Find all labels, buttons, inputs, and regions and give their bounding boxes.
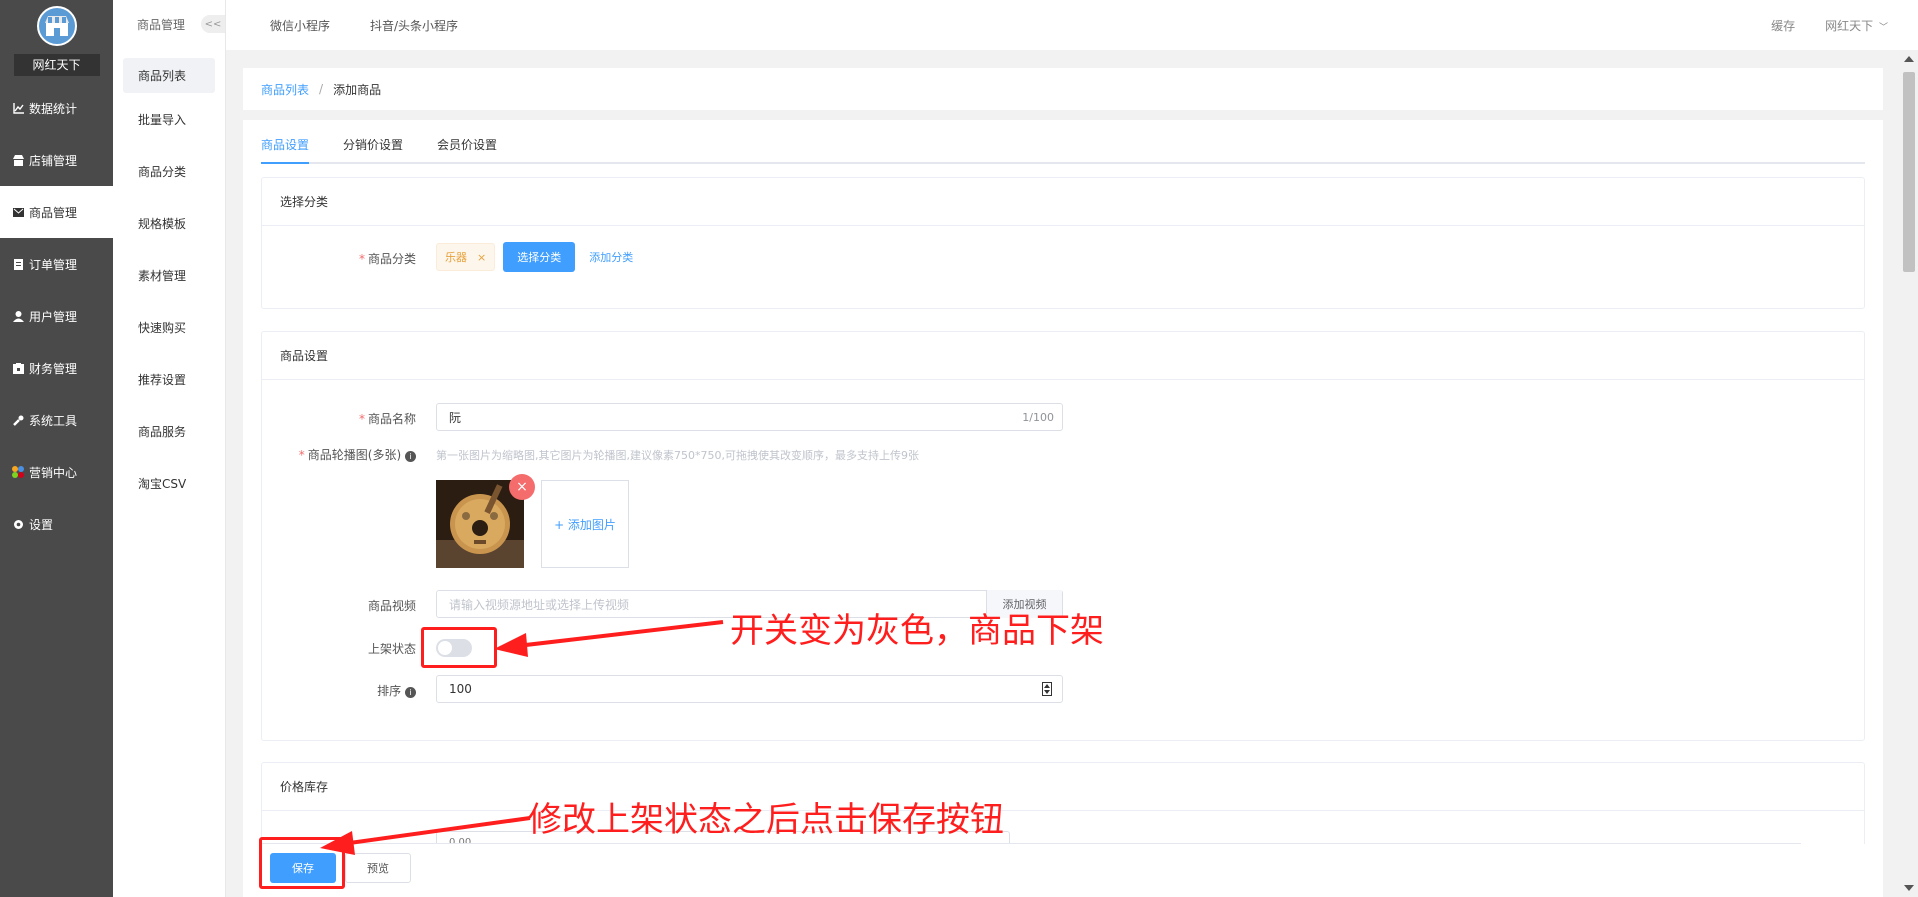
arrow-head-switch xyxy=(494,633,528,657)
arrow-head-save xyxy=(320,831,355,855)
scroll-up-icon[interactable] xyxy=(1904,56,1914,62)
scroll-down-icon[interactable] xyxy=(1904,885,1914,891)
page-scrollbar[interactable] xyxy=(1900,50,1918,897)
switch-annotation: 开关变为灰色，商品下架 xyxy=(730,611,1104,651)
annotation-arrows xyxy=(320,620,724,855)
save-annotation: 修改上架状态之后点击保存按钮 xyxy=(528,800,1004,840)
scrollbar-thumb[interactable] xyxy=(1903,72,1915,272)
arrow-to-switch xyxy=(499,620,724,650)
arrow-to-save xyxy=(327,816,531,848)
